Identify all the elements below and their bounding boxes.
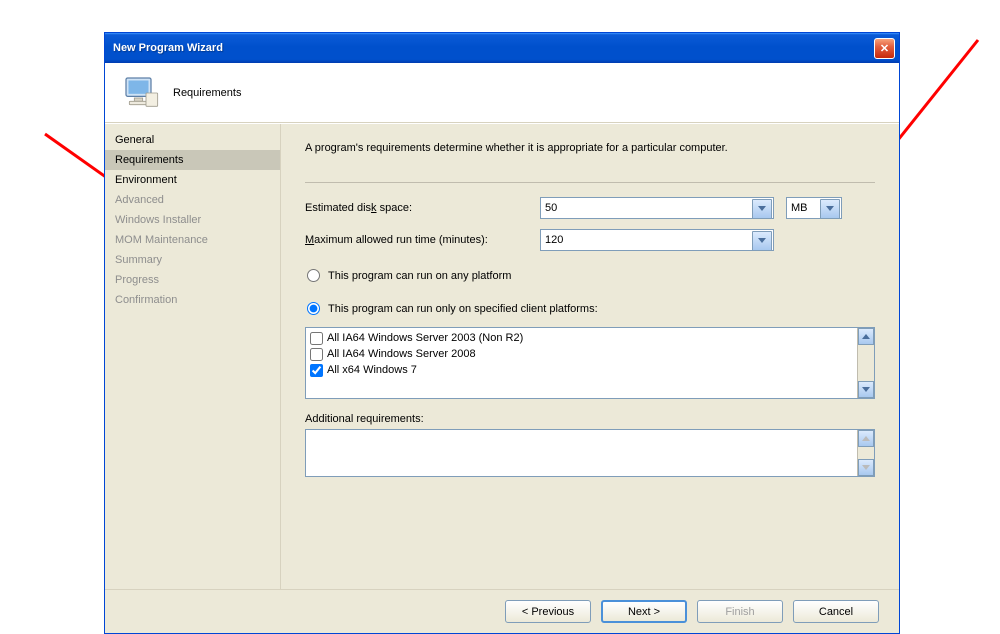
vertical-scrollbar[interactable] <box>857 430 874 476</box>
sidebar-item-confirmation[interactable]: Confirmation <box>105 290 280 310</box>
chevron-down-icon <box>758 238 766 243</box>
additional-req-label: Additional requirements: <box>305 413 875 425</box>
window-title: New Program Wizard <box>113 42 223 54</box>
intro-text: A program's requirements determine wheth… <box>305 142 875 154</box>
platform-label: All IA64 Windows Server 2003 (Non R2) <box>327 332 523 344</box>
chevron-down-icon <box>862 465 870 470</box>
platforms-list: All IA64 Windows Server 2003 (Non R2) Al… <box>306 328 857 398</box>
monitor-icon <box>121 73 161 113</box>
sidebar-item-general[interactable]: General <box>105 130 280 150</box>
runtime-input[interactable] <box>540 229 774 251</box>
additional-req-textarea[interactable] <box>305 429 875 477</box>
platform-label: All x64 Windows 7 <box>327 364 417 376</box>
chevron-down-icon <box>862 387 870 392</box>
runtime-row: Maximum allowed run time (minutes): <box>305 229 875 251</box>
platform-any-radio[interactable] <box>307 269 320 282</box>
scroll-down-button[interactable] <box>858 381 874 398</box>
wizard-steps-sidebar: General Requirements Environment Advance… <box>105 124 281 589</box>
sidebar-item-mom-maintenance[interactable]: MOM Maintenance <box>105 230 280 250</box>
chevron-down-icon <box>758 206 766 211</box>
page-title: Requirements <box>173 87 241 99</box>
platform-checkbox[interactable] <box>310 364 323 377</box>
titlebar: New Program Wizard ✕ <box>105 33 899 63</box>
disk-space-row: Estimated disk space: <box>305 197 875 219</box>
disk-space-label: Estimated disk space: <box>305 202 540 214</box>
vertical-scrollbar[interactable] <box>857 328 874 398</box>
platform-specified-label: This program can run only on specified c… <box>328 303 598 315</box>
sidebar-item-summary[interactable]: Summary <box>105 250 280 270</box>
finish-button[interactable]: Finish <box>697 600 783 623</box>
platforms-listbox[interactable]: All IA64 Windows Server 2003 (Non R2) Al… <box>305 327 875 399</box>
close-button[interactable]: ✕ <box>874 38 895 59</box>
chevron-up-icon <box>862 334 870 339</box>
disk-space-input[interactable] <box>540 197 774 219</box>
scroll-up-button[interactable] <box>858 328 874 345</box>
platform-item[interactable]: All IA64 Windows Server 2003 (Non R2) <box>310 330 853 346</box>
next-button[interactable]: Next > <box>601 600 687 623</box>
chevron-up-icon <box>862 436 870 441</box>
close-icon: ✕ <box>880 42 889 55</box>
wizard-window: New Program Wizard ✕ Requirements Genera… <box>104 32 900 634</box>
platform-any-row: This program can run on any platform <box>307 269 875 282</box>
platform-specified-row: This program can run only on specified c… <box>307 302 875 315</box>
runtime-label: Maximum allowed run time (minutes): <box>305 234 540 246</box>
platform-checkbox[interactable] <box>310 348 323 361</box>
wizard-footer: < Previous Next > Finish Cancel <box>105 589 899 633</box>
platform-any-label: This program can run on any platform <box>328 270 511 282</box>
scroll-up-button[interactable] <box>858 430 874 447</box>
sidebar-item-windows-installer[interactable]: Windows Installer <box>105 210 280 230</box>
content-panel: A program's requirements determine wheth… <box>281 124 899 589</box>
sidebar-item-advanced[interactable]: Advanced <box>105 190 280 210</box>
sidebar-item-environment[interactable]: Environment <box>105 170 280 190</box>
wizard-header: Requirements <box>105 63 899 123</box>
platform-item[interactable]: All IA64 Windows Server 2008 <box>310 346 853 362</box>
chevron-down-icon <box>826 206 834 211</box>
platform-specified-radio[interactable] <box>307 302 320 315</box>
sidebar-item-requirements[interactable]: Requirements <box>105 150 280 170</box>
sidebar-item-progress[interactable]: Progress <box>105 270 280 290</box>
platform-item[interactable]: All x64 Windows 7 <box>310 362 853 378</box>
platform-checkbox[interactable] <box>310 332 323 345</box>
divider <box>305 182 875 183</box>
scroll-down-button[interactable] <box>858 459 874 476</box>
cancel-button[interactable]: Cancel <box>793 600 879 623</box>
platform-label: All IA64 Windows Server 2008 <box>327 348 476 360</box>
previous-button[interactable]: < Previous <box>505 600 591 623</box>
